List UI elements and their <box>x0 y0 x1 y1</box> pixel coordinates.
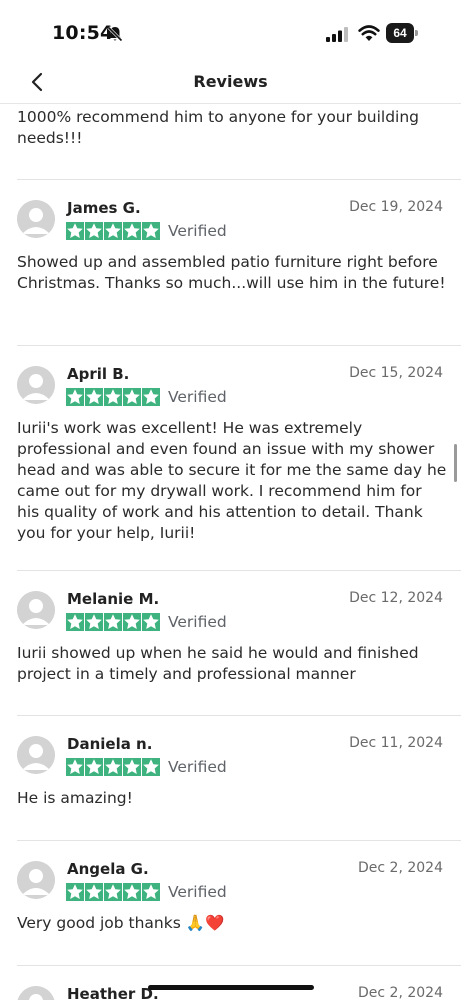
person-icon <box>17 366 55 404</box>
star-rating <box>66 758 160 776</box>
person-icon <box>17 736 55 774</box>
review-text: Very good job thanks 🙏❤️ <box>17 914 225 932</box>
review-item: Daniela n. Dec 11, 2024 Verified He is a… <box>17 715 461 840</box>
star-icon <box>85 613 103 631</box>
star-icon <box>142 758 160 776</box>
star-icon <box>123 388 141 406</box>
star-icon <box>66 613 84 631</box>
star-rating <box>66 613 160 631</box>
page-title: Reviews <box>193 72 268 91</box>
star-icon <box>104 388 122 406</box>
wifi-icon <box>358 25 380 41</box>
battery-level: 64 <box>386 23 414 43</box>
nav-bar: Reviews <box>0 62 461 104</box>
review-text: Iurii showed up when he said he would an… <box>17 644 419 683</box>
reviewer-name: Melanie M. <box>67 590 160 608</box>
star-icon <box>85 758 103 776</box>
review-text: Iurii's work was excellent! He was extre… <box>17 419 447 542</box>
review-date: Dec 2, 2024 <box>358 985 443 1000</box>
star-icon <box>85 883 103 901</box>
star-icon <box>123 222 141 240</box>
review-text: Showed up and assembled patio furniture … <box>17 253 446 292</box>
star-icon <box>66 222 84 240</box>
verified-label: Verified <box>168 758 227 776</box>
verified-label: Verified <box>168 883 227 901</box>
reviewer-name: Heather D. <box>67 985 159 1000</box>
review-text: He is amazing! <box>17 789 133 807</box>
review-item: Melanie M. Dec 12, 2024 Verified Iurii s… <box>17 570 461 715</box>
star-icon <box>66 758 84 776</box>
reviewer-name: April B. <box>67 365 130 383</box>
bell-off-icon <box>107 26 123 42</box>
reviews-list[interactable]: 1000% recommend him to anyone for your b… <box>0 104 461 1000</box>
star-icon <box>104 613 122 631</box>
review-date: Dec 2, 2024 <box>358 860 443 876</box>
person-icon <box>17 986 55 1000</box>
home-indicator[interactable] <box>148 985 314 990</box>
star-icon <box>123 883 141 901</box>
cellular-signal-icon <box>326 27 348 42</box>
avatar <box>17 861 55 899</box>
star-icon <box>123 758 141 776</box>
star-icon <box>85 222 103 240</box>
person-icon <box>17 200 55 238</box>
person-icon <box>17 861 55 899</box>
avatar <box>17 366 55 404</box>
star-icon <box>85 388 103 406</box>
reviewer-name: James G. <box>67 199 141 217</box>
star-icon <box>104 758 122 776</box>
star-icon <box>142 883 160 901</box>
star-icon <box>104 222 122 240</box>
scrollbar[interactable] <box>454 444 457 482</box>
avatar <box>17 591 55 629</box>
star-icon <box>66 883 84 901</box>
avatar <box>17 200 55 238</box>
review-item: Angela G. Dec 2, 2024 Verified Very good… <box>17 840 461 965</box>
review-date: Dec 11, 2024 <box>349 735 443 751</box>
status-bar: 10:54 64 <box>0 0 461 62</box>
review-item: Heather D. Dec 2, 2024 <box>17 965 461 1000</box>
person-icon <box>17 591 55 629</box>
star-icon <box>142 222 160 240</box>
verified-label: Verified <box>168 388 227 406</box>
review-date: Dec 12, 2024 <box>349 590 443 606</box>
avatar <box>17 986 55 1000</box>
status-time: 10:54 <box>52 22 114 44</box>
star-icon <box>66 388 84 406</box>
star-rating <box>66 883 160 901</box>
verified-label: Verified <box>168 222 227 240</box>
reviewer-name: Daniela n. <box>67 735 153 753</box>
review-date: Dec 15, 2024 <box>349 365 443 381</box>
star-icon <box>142 388 160 406</box>
star-icon <box>104 883 122 901</box>
reviewer-name: Angela G. <box>67 860 149 878</box>
avatar <box>17 736 55 774</box>
review-item: April B. Dec 15, 2024 Verified Iurii's w… <box>17 345 461 583</box>
verified-label: Verified <box>168 613 227 631</box>
review-date: Dec 19, 2024 <box>349 199 443 215</box>
review-text-partial: 1000% recommend him to anyone for your b… <box>17 108 420 147</box>
star-icon <box>123 613 141 631</box>
star-icon <box>142 613 160 631</box>
star-rating <box>66 222 160 240</box>
star-rating <box>66 388 160 406</box>
review-item: James G. Dec 19, 2024 Verified Showed up… <box>17 179 461 345</box>
battery-icon: 64 <box>386 23 418 43</box>
